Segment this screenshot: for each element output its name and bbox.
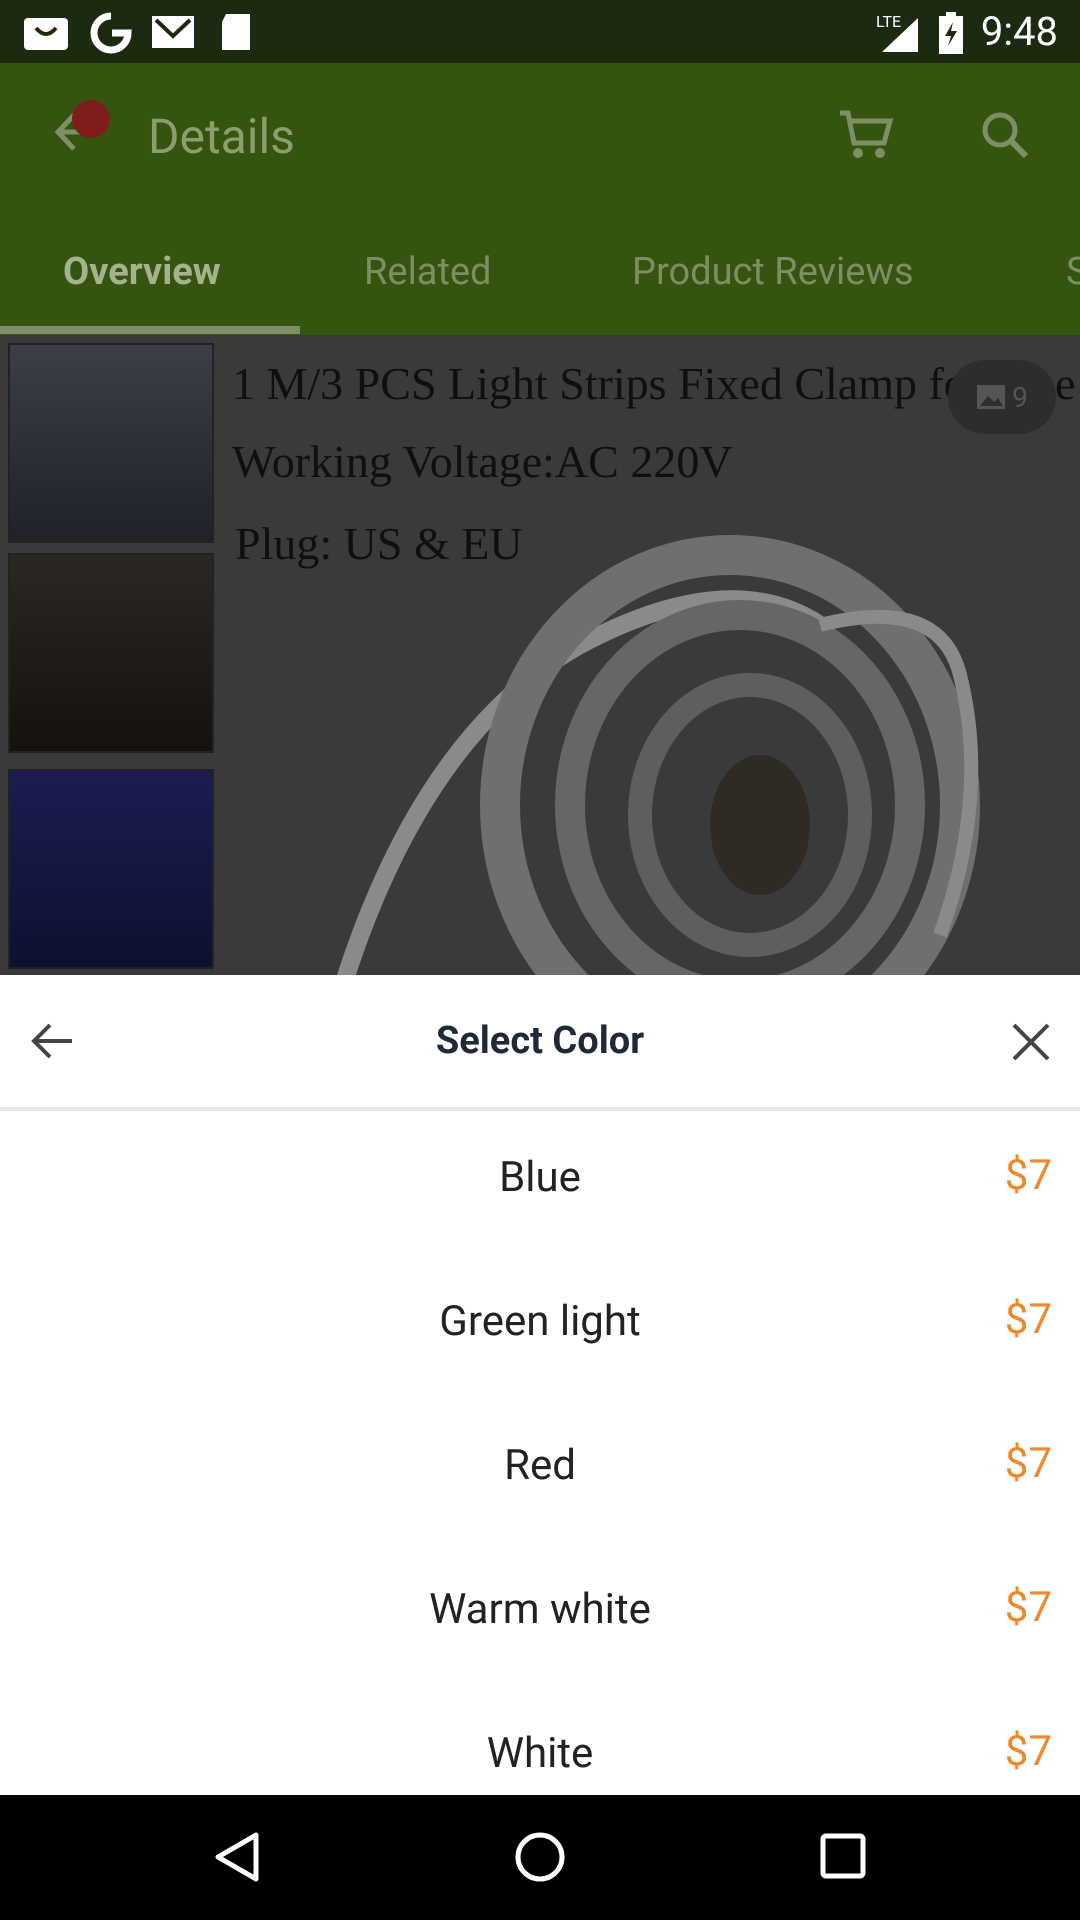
photo-count: 9 xyxy=(1012,380,1028,414)
product-text-line: Plug: US & EU xyxy=(235,518,523,569)
photo-count-badge[interactable]: 9 xyxy=(948,360,1056,434)
nav-back-icon[interactable] xyxy=(212,1831,260,1883)
tab-product-reviews[interactable]: Product Reviews xyxy=(632,250,914,330)
sd-card-icon xyxy=(222,14,250,50)
color-option-price: $7 xyxy=(1004,1151,1052,1200)
product-thumbnail[interactable] xyxy=(8,553,214,753)
sheet-header: Select Color xyxy=(0,975,1080,1111)
tab-related[interactable]: Related xyxy=(364,250,492,330)
product-thumbnail[interactable] xyxy=(8,343,214,543)
color-option[interactable]: Blue $7 xyxy=(0,1111,1080,1255)
shopping-bag-icon xyxy=(24,18,68,50)
close-icon[interactable] xyxy=(1010,1021,1052,1063)
notification-dot xyxy=(72,100,110,138)
status-bar: LTE 9:48 xyxy=(0,0,1080,63)
image-icon xyxy=(977,385,1006,409)
tab-indicator xyxy=(0,326,300,334)
product-thumbnail[interactable] xyxy=(8,769,214,969)
select-color-sheet: Select Color Blue $7 Green light $7 Red … xyxy=(0,975,1080,1795)
tab-overflow[interactable]: S xyxy=(1066,250,1080,330)
color-option-name: White xyxy=(486,1729,594,1778)
system-nav-bar xyxy=(0,1795,1080,1920)
color-option[interactable]: Red $7 xyxy=(0,1399,1080,1543)
nav-recents-icon[interactable] xyxy=(820,1833,866,1879)
clock: 9:48 xyxy=(980,8,1058,55)
color-option-price: $7 xyxy=(1004,1295,1052,1344)
gmail-icon xyxy=(152,16,194,48)
color-option-name: Red xyxy=(504,1441,576,1490)
google-icon xyxy=(90,12,132,54)
color-option[interactable]: Green light $7 xyxy=(0,1255,1080,1399)
tab-bar: Overview Related Product Reviews S xyxy=(0,250,1080,335)
cart-icon[interactable] xyxy=(838,109,894,161)
color-option-price: $7 xyxy=(1004,1727,1052,1776)
battery-charging-icon xyxy=(939,12,963,54)
color-option[interactable]: Warm white $7 xyxy=(0,1543,1080,1687)
signal-icon xyxy=(882,18,918,52)
page-title: Details xyxy=(148,108,295,165)
search-icon[interactable] xyxy=(980,110,1030,160)
color-option-price: $7 xyxy=(1004,1439,1052,1488)
color-option-name: Blue xyxy=(499,1153,581,1202)
product-gallery: 1 M/3 PCS Light Strips Fixed Clamp for F… xyxy=(0,335,1080,975)
color-option-name: Warm white xyxy=(429,1585,651,1634)
tab-overview[interactable]: Overview xyxy=(63,250,221,330)
color-option-name: Green light xyxy=(439,1297,641,1346)
nav-home-icon[interactable] xyxy=(514,1831,566,1883)
color-option-price: $7 xyxy=(1004,1583,1052,1632)
sheet-title: Select Color xyxy=(435,1019,645,1063)
product-text-line: Working Voltage:AC 220V xyxy=(232,436,733,487)
